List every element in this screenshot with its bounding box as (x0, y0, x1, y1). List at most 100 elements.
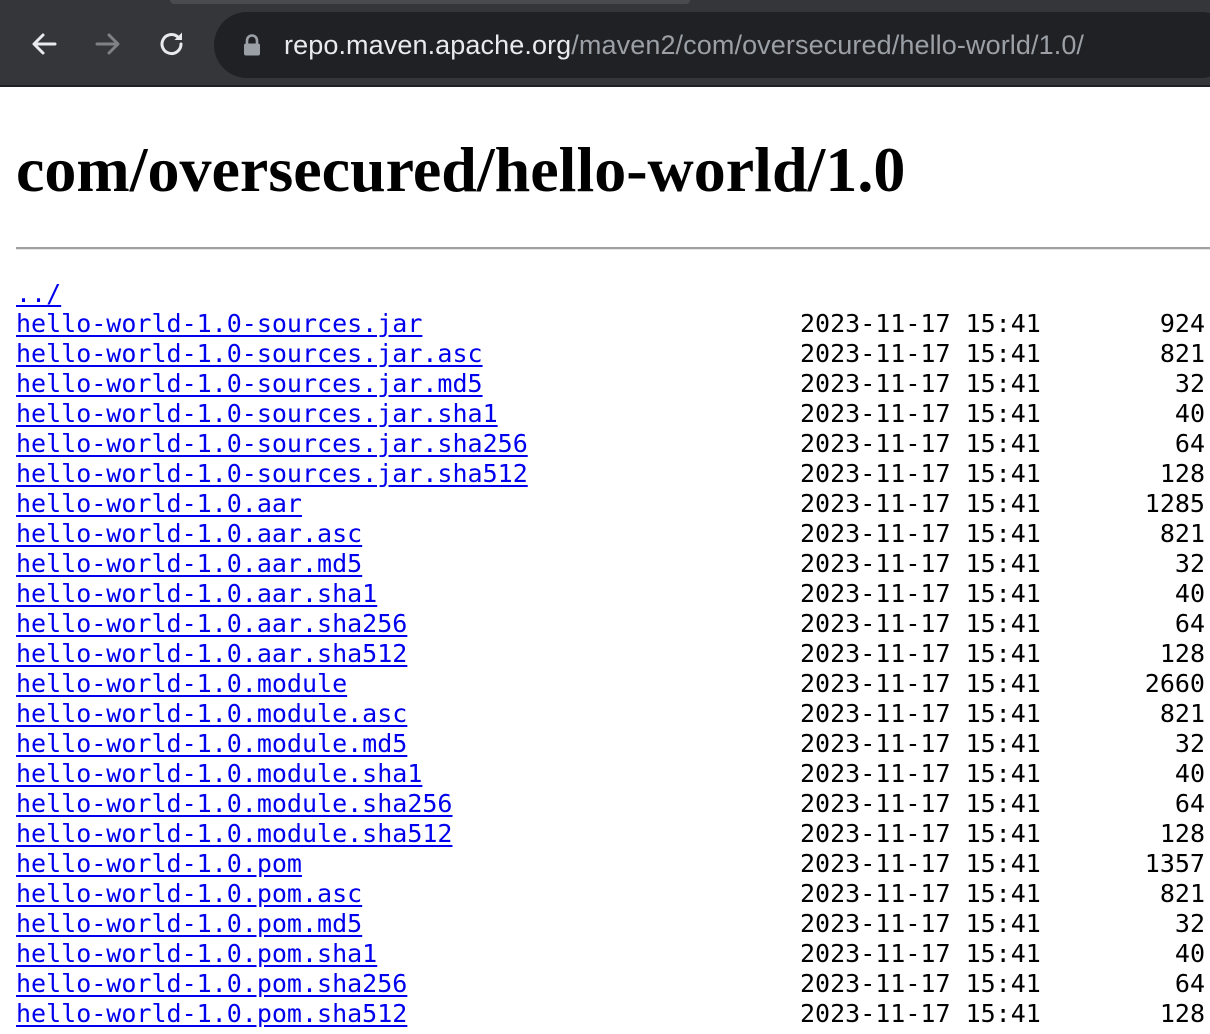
file-size: 821 (1159, 339, 1205, 368)
file-size: 40 (1174, 579, 1205, 608)
file-date: 2023-11-17 15:41 (800, 429, 1041, 458)
file-date: 2023-11-17 15:41 (800, 759, 1041, 788)
file-size: 1285 (1144, 489, 1205, 518)
back-arrow-icon (30, 30, 58, 58)
file-date: 2023-11-17 15:41 (800, 969, 1041, 998)
file-link[interactable]: hello-world-1.0.module.sha256 (16, 789, 453, 819)
file-link[interactable]: hello-world-1.0.pom.sha512 (16, 999, 407, 1029)
file-date: 2023-11-17 15:41 (800, 699, 1041, 728)
file-row: hello-world-1.0.module.sha256 2023-11-17 … (16, 789, 1210, 819)
file-link[interactable]: hello-world-1.0.aar (16, 489, 302, 519)
reload-icon (157, 29, 187, 59)
file-size: 1357 (1144, 849, 1205, 878)
file-size: 128 (1159, 459, 1205, 488)
file-link[interactable]: hello-world-1.0.module.sha512 (16, 819, 453, 849)
file-size: 128 (1159, 819, 1205, 848)
file-row: hello-world-1.0.pom.sha256 2023-11-17 15:… (16, 969, 1210, 999)
file-link[interactable]: hello-world-1.0.pom (16, 849, 302, 879)
file-row: hello-world-1.0.aar.sha256 2023-11-17 15:… (16, 609, 1210, 639)
lock-icon[interactable] (242, 33, 262, 57)
file-date: 2023-11-17 15:41 (800, 999, 1041, 1028)
file-link[interactable]: hello-world-1.0.aar.asc (16, 519, 362, 549)
file-size: 821 (1159, 699, 1205, 728)
file-row: hello-world-1.0-sources.jar 2023-11-17 15… (16, 309, 1210, 339)
file-date: 2023-11-17 15:41 (800, 339, 1041, 368)
file-link[interactable]: hello-world-1.0.module.md5 (16, 729, 407, 759)
file-date: 2023-11-17 15:41 (800, 729, 1041, 758)
file-date: 2023-11-17 15:41 (800, 579, 1041, 608)
file-row: hello-world-1.0.aar.sha512 2023-11-17 15:… (16, 639, 1210, 669)
url-text[interactable]: repo.maven.apache.org/maven2/com/oversec… (284, 26, 1084, 64)
file-link[interactable]: hello-world-1.0-sources.jar.sha512 (16, 459, 528, 489)
file-link[interactable]: hello-world-1.0-sources.jar.sha1 (16, 399, 498, 429)
file-date: 2023-11-17 15:41 (800, 549, 1041, 578)
file-size: 40 (1174, 759, 1205, 788)
file-row: hello-world-1.0.aar.asc 2023-11-17 15:41 8… (16, 519, 1210, 549)
file-size: 821 (1159, 879, 1205, 908)
file-row: hello-world-1.0.pom.md5 2023-11-17 15:41 3… (16, 909, 1210, 939)
file-link[interactable]: hello-world-1.0-sources.jar.asc (16, 339, 483, 369)
file-link[interactable]: hello-world-1.0-sources.jar.sha256 (16, 429, 528, 459)
page-content: com/oversecured/hello-world/1.0 ../ hell… (0, 87, 1210, 1034)
file-size: 128 (1159, 999, 1205, 1028)
file-date: 2023-11-17 15:41 (800, 489, 1041, 518)
file-date: 2023-11-17 15:41 (800, 399, 1041, 428)
address-bar[interactable]: repo.maven.apache.org/maven2/com/oversec… (214, 12, 1210, 78)
file-link[interactable]: hello-world-1.0.pom.md5 (16, 909, 362, 939)
forward-arrow-icon (94, 30, 122, 58)
file-link[interactable]: hello-world-1.0.aar.sha512 (16, 639, 407, 669)
file-link[interactable]: hello-world-1.0.pom.asc (16, 879, 362, 909)
file-row: hello-world-1.0.module.sha1 2023-11-17 15… (16, 759, 1210, 789)
file-row: hello-world-1.0.module 2023-11-17 15:41 26… (16, 669, 1210, 699)
file-date: 2023-11-17 15:41 (800, 519, 1041, 548)
file-link[interactable]: hello-world-1.0.module.asc (16, 699, 407, 729)
file-row: hello-world-1.0.pom.sha512 2023-11-17 15:… (16, 999, 1210, 1029)
back-button[interactable] (22, 22, 66, 66)
browser-toolbar: repo.maven.apache.org/maven2/com/oversec… (0, 0, 1210, 87)
file-size: 32 (1174, 369, 1205, 398)
file-row: hello-world-1.0.pom.asc 2023-11-17 15:41 8… (16, 879, 1210, 909)
file-row: hello-world-1.0.module.sha512 2023-11-17 … (16, 819, 1210, 849)
file-link[interactable]: hello-world-1.0.aar.md5 (16, 549, 362, 579)
file-date: 2023-11-17 15:41 (800, 369, 1041, 398)
file-row: hello-world-1.0-sources.jar.sha256 2023-1… (16, 429, 1210, 459)
file-row: hello-world-1.0.module.md5 2023-11-17 15:… (16, 729, 1210, 759)
file-size: 128 (1159, 639, 1205, 668)
url-path: /maven2/com/oversecured/hello-world/1.0/ (571, 30, 1085, 60)
file-size: 64 (1174, 609, 1205, 638)
divider (16, 247, 1210, 250)
file-link[interactable]: hello-world-1.0.module (16, 669, 347, 699)
file-link[interactable]: hello-world-1.0-sources.jar.md5 (16, 369, 483, 399)
file-date: 2023-11-17 15:41 (800, 789, 1041, 818)
reload-button[interactable] (150, 22, 194, 66)
file-row: hello-world-1.0.aar.sha1 2023-11-17 15:41… (16, 579, 1210, 609)
file-row: hello-world-1.0-sources.jar.md5 2023-11-1… (16, 369, 1210, 399)
active-tab-edge (170, 0, 690, 4)
file-size: 32 (1174, 909, 1205, 938)
parent-directory-link[interactable]: ../ (16, 279, 61, 309)
forward-button[interactable] (86, 22, 130, 66)
file-date: 2023-11-17 15:41 (800, 939, 1041, 968)
file-row: hello-world-1.0.pom 2023-11-17 15:41 1357 (16, 849, 1210, 879)
file-link[interactable]: hello-world-1.0.pom.sha256 (16, 969, 407, 999)
parent-row: ../ (16, 279, 1210, 309)
file-link[interactable]: hello-world-1.0.module.sha1 (16, 759, 422, 789)
file-date: 2023-11-17 15:41 (800, 849, 1041, 878)
file-row: hello-world-1.0.pom.sha1 2023-11-17 15:41… (16, 939, 1210, 969)
file-date: 2023-11-17 15:41 (800, 879, 1041, 908)
file-link[interactable]: hello-world-1.0-sources.jar (16, 309, 422, 339)
file-size: 64 (1174, 969, 1205, 998)
file-size: 40 (1174, 939, 1205, 968)
file-link[interactable]: hello-world-1.0.aar.sha256 (16, 609, 407, 639)
page-title: com/oversecured/hello-world/1.0 (16, 134, 906, 205)
file-link[interactable]: hello-world-1.0.pom.sha1 (16, 939, 377, 969)
file-size: 64 (1174, 429, 1205, 458)
url-host: repo.maven.apache.org (284, 30, 572, 60)
file-size: 40 (1174, 399, 1205, 428)
file-size: 32 (1174, 729, 1205, 758)
file-row: hello-world-1.0-sources.jar.sha512 2023-1… (16, 459, 1210, 489)
file-row: hello-world-1.0.aar 2023-11-17 15:41 1285 (16, 489, 1210, 519)
file-date: 2023-11-17 15:41 (800, 909, 1041, 938)
file-date: 2023-11-17 15:41 (800, 819, 1041, 848)
file-link[interactable]: hello-world-1.0.aar.sha1 (16, 579, 377, 609)
